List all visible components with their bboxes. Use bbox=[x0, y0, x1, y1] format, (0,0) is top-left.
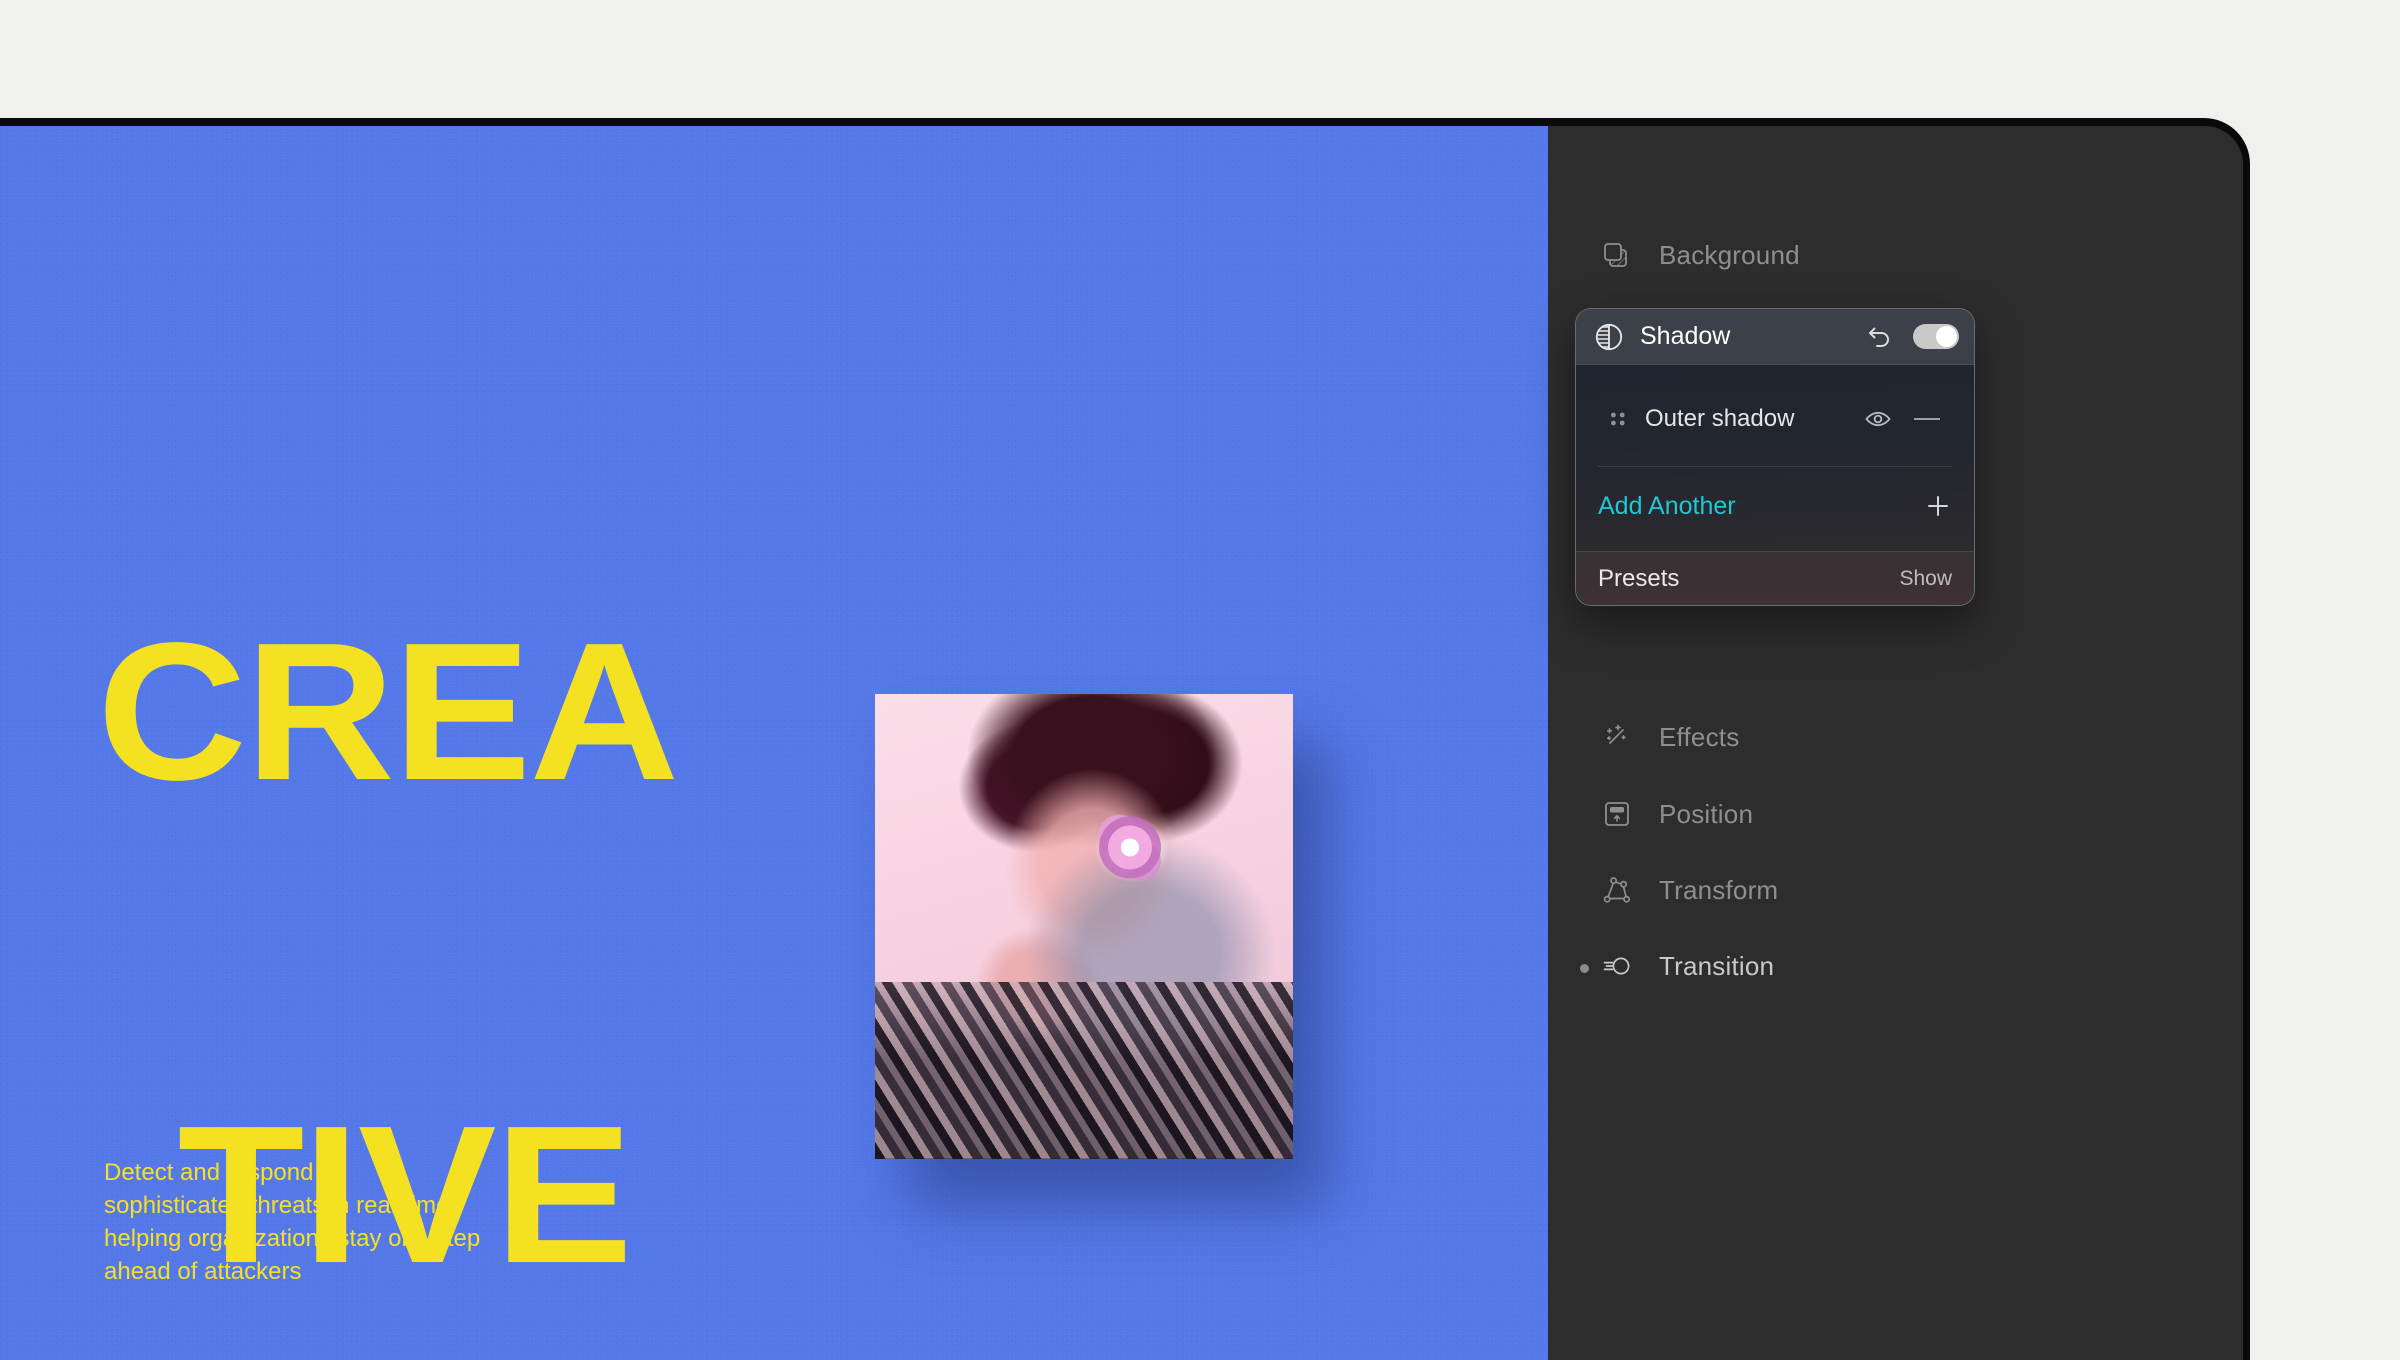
sidebar-item-transition[interactable]: Transition bbox=[1601, 943, 1774, 989]
shadow-enable-toggle[interactable] bbox=[1913, 324, 1959, 349]
motion-circle-icon bbox=[1601, 950, 1633, 982]
shadow-panel: Shadow Outer shadow Add Another Presets … bbox=[1575, 308, 1975, 606]
position-align-icon bbox=[1601, 798, 1633, 830]
sidebar-item-background[interactable]: Background bbox=[1601, 232, 1800, 278]
sidebar-item-effects[interactable]: Effects bbox=[1601, 714, 1739, 760]
design-canvas[interactable]: CREA TIVE MIND Detect and respond to sop… bbox=[0, 126, 1548, 1360]
properties-sidebar: Background Stroke bbox=[1548, 126, 2243, 1360]
sidebar-item-label: Effects bbox=[1659, 721, 1740, 752]
sidebar-item-label: Transform bbox=[1659, 874, 1779, 905]
presets-row[interactable]: Presets Show bbox=[1576, 551, 1974, 605]
add-another-button[interactable]: Add Another bbox=[1594, 481, 1956, 531]
presets-show-link[interactable]: Show bbox=[1899, 567, 1952, 591]
drag-dots-icon[interactable] bbox=[1610, 410, 1626, 428]
undo-arrow-icon[interactable] bbox=[1865, 322, 1895, 352]
transition-status-dot bbox=[1580, 964, 1589, 973]
sidebar-item-label: Transition bbox=[1659, 950, 1775, 981]
headline-line-1: CREA bbox=[97, 602, 679, 822]
half-filled-circle-icon bbox=[1594, 322, 1624, 352]
transform-nodes-icon bbox=[1601, 874, 1633, 906]
sidebar-item-position[interactable]: Position bbox=[1601, 791, 1753, 837]
magic-wand-icon bbox=[1601, 721, 1633, 753]
plus-icon[interactable] bbox=[1924, 492, 1952, 520]
presets-label: Presets bbox=[1598, 565, 1680, 592]
shadow-panel-title: Shadow bbox=[1640, 322, 1731, 350]
photo-card[interactable] bbox=[875, 694, 1293, 1159]
portrait-photo bbox=[875, 694, 1293, 1159]
body-paragraph[interactable]: Detect and respond to sophisticated thre… bbox=[104, 1156, 524, 1288]
eye-icon[interactable] bbox=[1864, 405, 1892, 433]
layers-square-icon bbox=[1601, 239, 1633, 271]
sidebar-item-label: Position bbox=[1659, 798, 1754, 829]
shadow-panel-body: Outer shadow Add Another bbox=[1576, 365, 1974, 551]
app-root: CREA TIVE MIND Detect and respond to sop… bbox=[0, 0, 2400, 1360]
shadow-panel-header: Shadow bbox=[1576, 309, 1974, 365]
minus-icon[interactable] bbox=[1914, 418, 1940, 420]
shadow-layer-name: Outer shadow bbox=[1645, 405, 1795, 432]
editor-window: CREA TIVE MIND Detect and respond to sop… bbox=[0, 118, 2250, 1360]
sidebar-item-label: Background bbox=[1659, 239, 1800, 270]
add-another-label: Add Another bbox=[1598, 491, 1736, 520]
sidebar-item-transform[interactable]: Transform bbox=[1601, 867, 1778, 913]
panel-divider bbox=[1598, 466, 1952, 467]
shadow-layer-row[interactable]: Outer shadow bbox=[1594, 391, 1956, 447]
